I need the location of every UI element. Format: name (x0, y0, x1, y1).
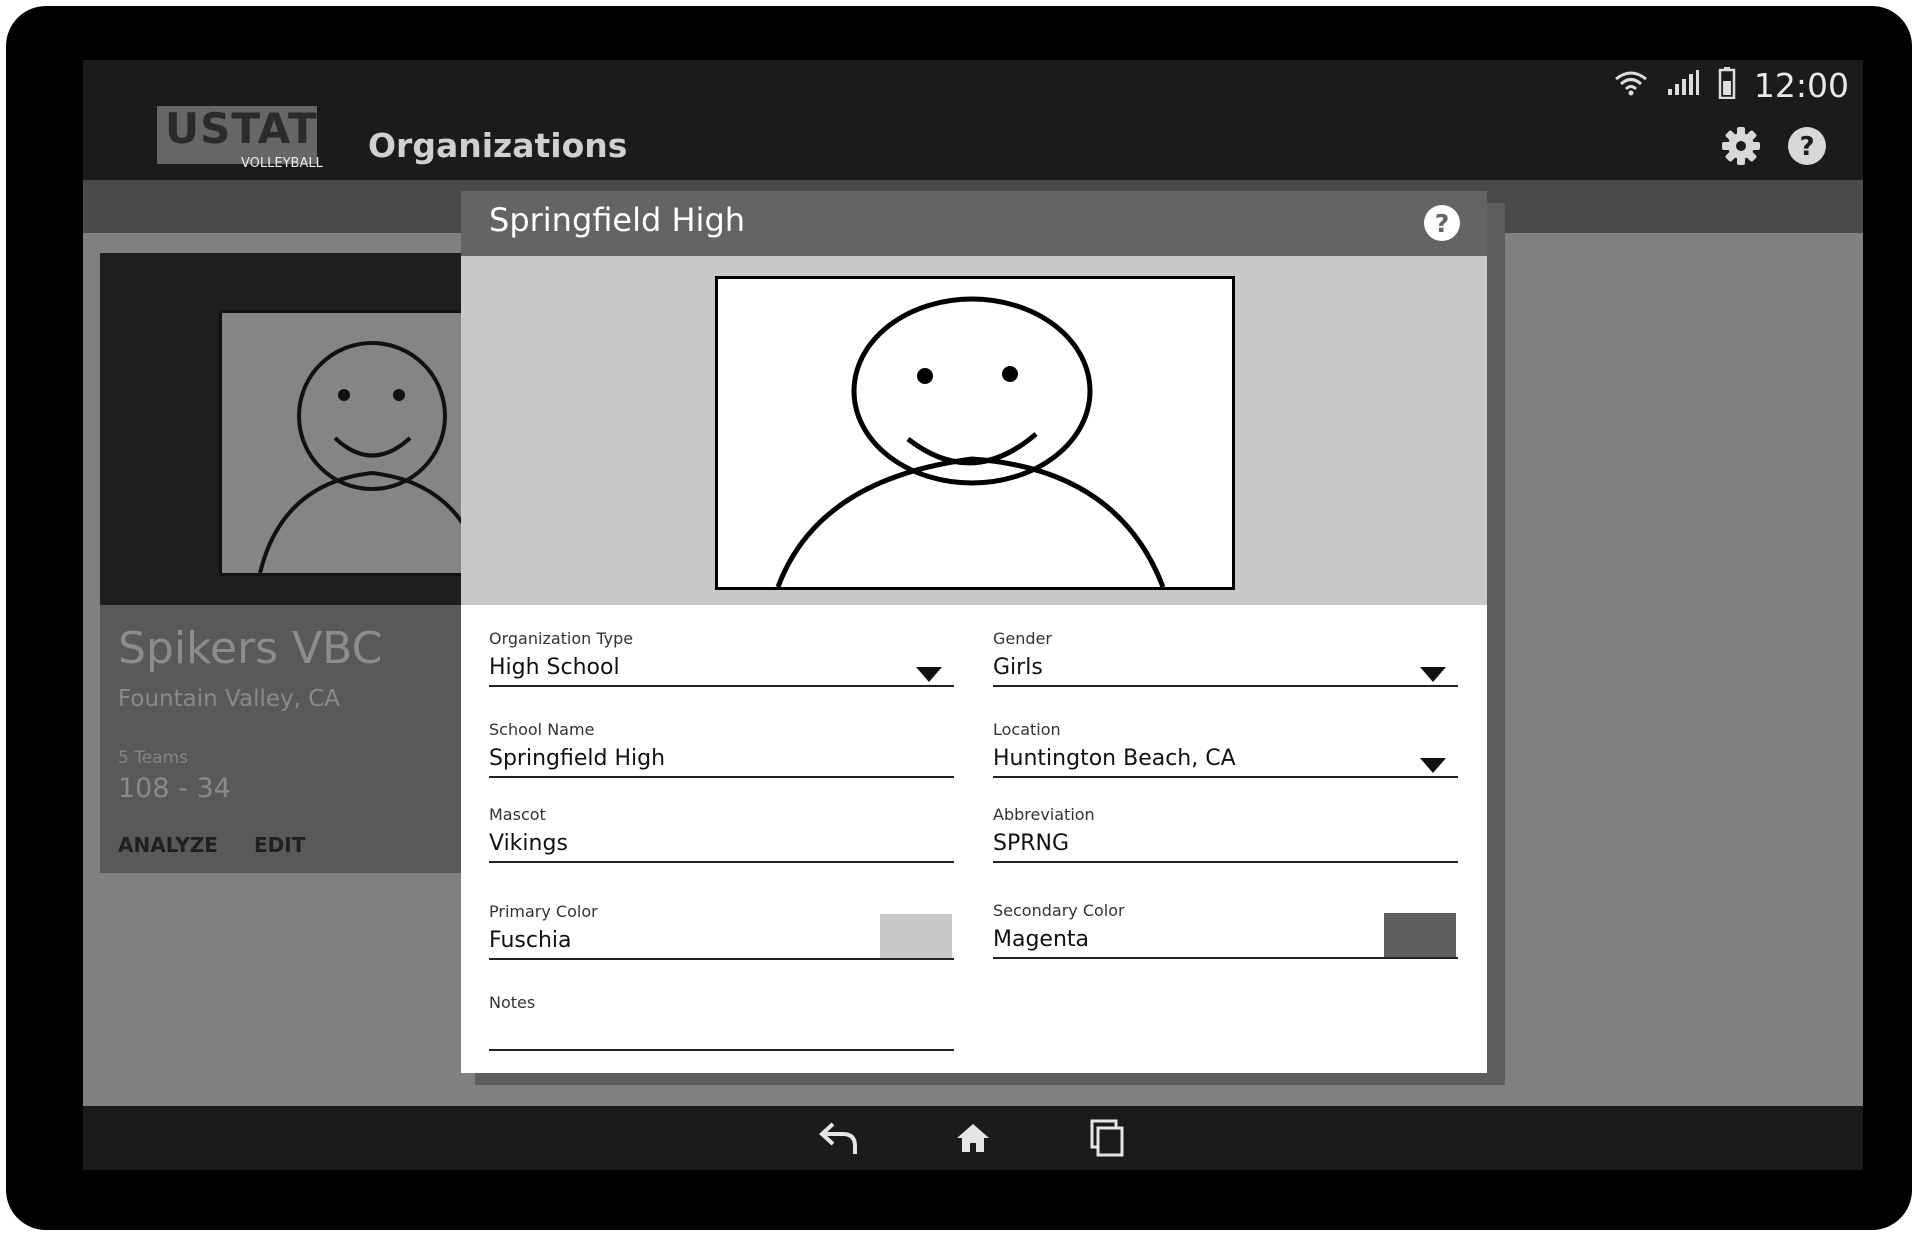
field-label: Abbreviation (993, 805, 1095, 824)
school-name-field[interactable]: School Name Springfield High (489, 720, 954, 778)
organization-dialog: Springfield High ? Organization Type Hig… (461, 191, 1487, 1073)
status-time: 12:00 (1753, 65, 1849, 105)
gear-icon[interactable] (1721, 126, 1761, 170)
field-label: Notes (489, 993, 536, 1012)
abbreviation-input[interactable]: SPRNG (993, 827, 1458, 861)
app-bar: 12:00 USTAT VOLLEYBALL Organizations ? (83, 60, 1863, 180)
card-image-area (100, 253, 525, 605)
field-underline (993, 685, 1458, 687)
notes-input[interactable] (489, 1015, 954, 1049)
dropdown-arrow-icon[interactable] (916, 667, 942, 682)
help-icon[interactable]: ? (1423, 204, 1461, 246)
primary-color-swatch[interactable] (880, 914, 952, 958)
card-org-location: Fountain Valley, CA (118, 686, 341, 712)
app-logo: USTAT VOLLEYBALL (157, 104, 323, 171)
school-name-input[interactable]: Springfield High (489, 742, 954, 776)
organization-card[interactable]: Spikers VBC Fountain Valley, CA 5 Teams … (100, 253, 525, 873)
abbreviation-field[interactable]: Abbreviation SPRNG (993, 805, 1458, 863)
wifi-icon (1614, 70, 1648, 100)
field-label: Gender (993, 629, 1052, 648)
secondary-color-field[interactable]: Secondary Color Magenta (993, 901, 1458, 959)
card-record: 108 - 34 (118, 773, 231, 804)
org-type-field[interactable]: Organization Type High School (489, 629, 954, 687)
gender-value[interactable]: Girls (993, 651, 1458, 685)
org-type-value[interactable]: High School (489, 651, 954, 685)
logo-subtext: VOLLEYBALL (241, 156, 323, 171)
dialog-image-area (461, 256, 1487, 605)
help-icon[interactable]: ? (1787, 126, 1827, 170)
mascot-field[interactable]: Mascot Vikings (489, 805, 954, 863)
field-underline (489, 861, 954, 863)
status-bar: 12:00 (1614, 60, 1849, 110)
organization-photo[interactable] (715, 276, 1235, 590)
dialog-header: Springfield High ? (461, 191, 1487, 256)
mascot-input[interactable]: Vikings (489, 827, 954, 861)
logo-text: USTAT (165, 104, 318, 153)
dialog-title: Springfield High (489, 201, 746, 239)
home-icon[interactable] (951, 1116, 995, 1160)
field-underline (993, 957, 1458, 959)
recents-icon[interactable] (1085, 1116, 1129, 1160)
field-underline (993, 776, 1458, 778)
notes-field[interactable]: Notes (489, 993, 954, 1051)
battery-icon (1718, 67, 1736, 103)
field-label: Location (993, 720, 1061, 739)
gender-field[interactable]: Gender Girls (993, 629, 1458, 687)
device-frame: 12:00 USTAT VOLLEYBALL Organizations ? S… (6, 6, 1912, 1230)
edit-button[interactable]: EDIT (254, 833, 305, 857)
location-field[interactable]: Location Huntington Beach, CA (993, 720, 1458, 778)
page-title: Organizations (368, 126, 628, 165)
field-label: Mascot (489, 805, 546, 824)
location-value[interactable]: Huntington Beach, CA (993, 742, 1458, 776)
primary-color-field[interactable]: Primary Color Fuschia (489, 902, 954, 960)
dropdown-arrow-icon[interactable] (1420, 667, 1446, 682)
field-underline (489, 685, 954, 687)
field-underline (993, 861, 1458, 863)
screen: 12:00 USTAT VOLLEYBALL Organizations ? S… (83, 60, 1863, 1170)
card-org-name: Spikers VBC (118, 623, 383, 674)
analyze-button[interactable]: ANALYZE (118, 833, 218, 857)
signal-icon (1666, 69, 1700, 101)
field-label: Organization Type (489, 629, 634, 648)
back-icon[interactable] (817, 1116, 861, 1160)
field-underline (489, 776, 954, 778)
top-actions: ? (1721, 126, 1827, 170)
card-teams-count: 5 Teams (118, 748, 189, 768)
field-underline (489, 1049, 954, 1051)
navigation-bar (83, 1106, 1863, 1170)
card-actions: ANALYZE EDIT (118, 833, 305, 857)
field-label: School Name (489, 720, 595, 739)
secondary-color-swatch[interactable] (1384, 913, 1456, 957)
svg-text:?: ? (1799, 132, 1814, 162)
dropdown-arrow-icon[interactable] (1420, 758, 1446, 773)
svg-text:?: ? (1435, 209, 1450, 238)
field-underline (489, 958, 954, 960)
